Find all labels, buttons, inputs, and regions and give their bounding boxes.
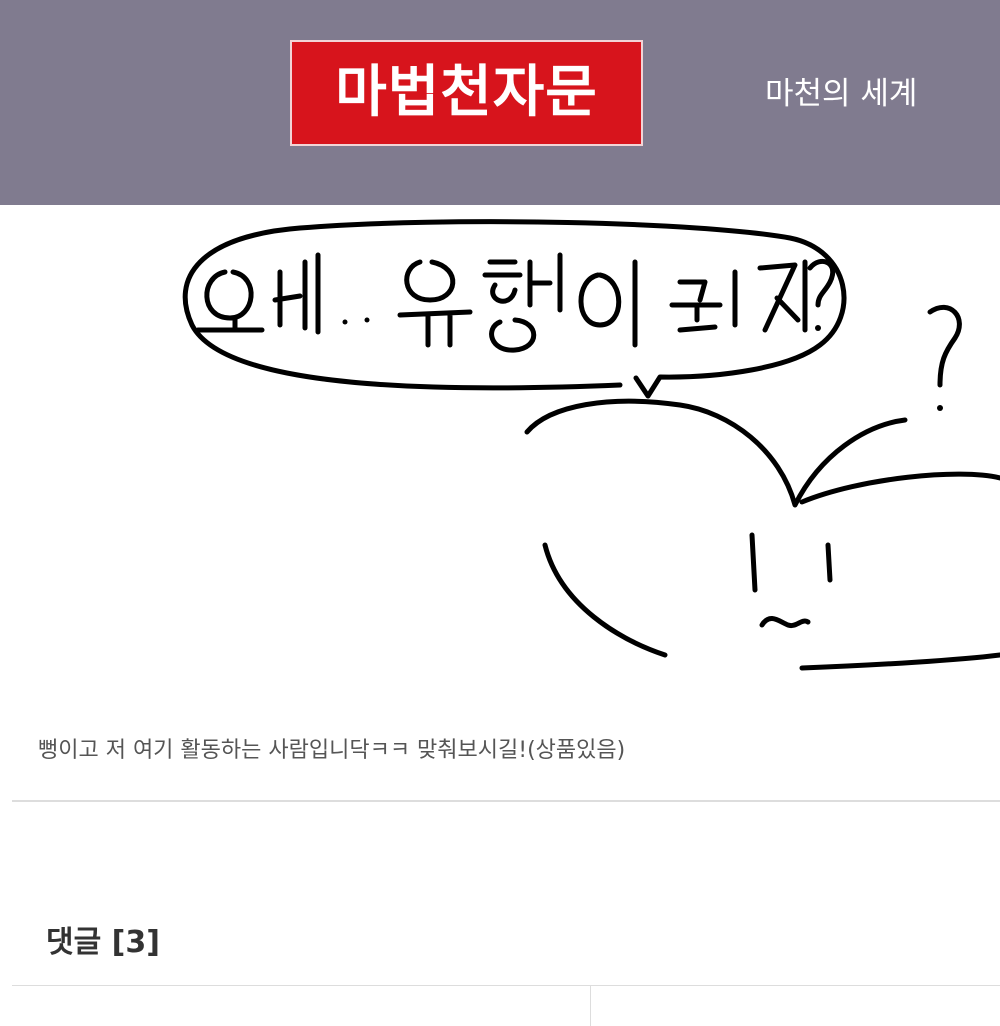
site-header: 마법천자문 마천의 세계 — [0, 0, 1000, 205]
site-title[interactable]: 마천의 세계 — [765, 72, 917, 116]
post-drawing — [182, 219, 1000, 671]
comments-heading: 댓글 [3] — [46, 925, 160, 960]
comment-list[interactable] — [12, 985, 1000, 1026]
question-mark-icon — [927, 304, 962, 388]
site-logo[interactable]: 마법천자문 — [290, 40, 643, 146]
comment-separator — [590, 986, 591, 1026]
speech-bubble — [182, 219, 847, 399]
divider — [12, 800, 1000, 802]
post-caption: 뻥이고 저 여기 활동하는 사람입니닥ㅋㅋ 맞춰보시길!(상품있음) — [38, 738, 626, 763]
